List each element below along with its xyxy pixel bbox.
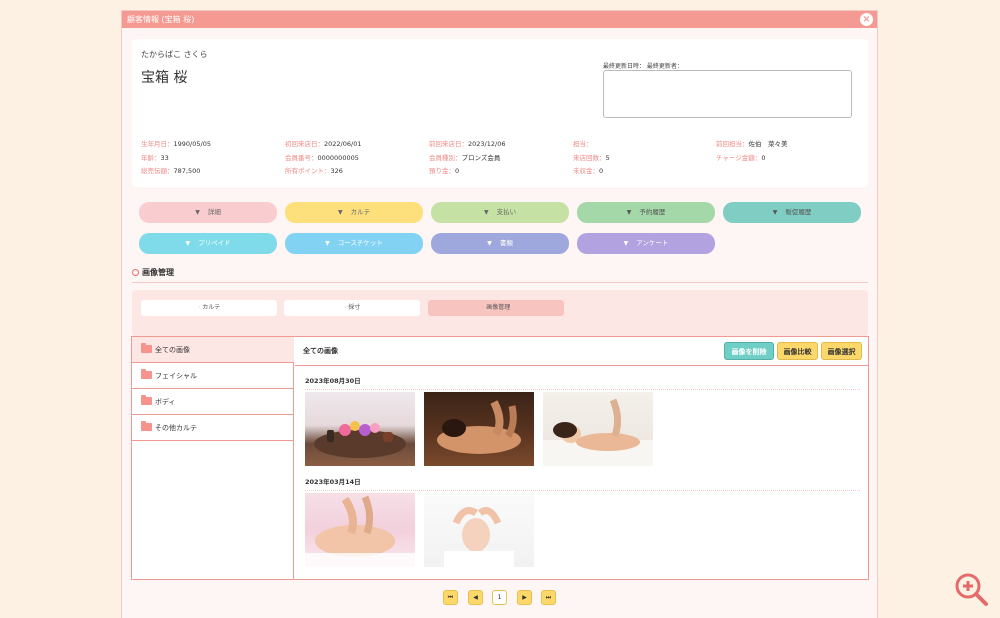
prev-page-button[interactable]: ◀ — [468, 590, 483, 605]
info-deposit: 預り金：0 — [429, 167, 460, 175]
folder-sidebar: 全ての画像 フェイシャル ボディ その他カルテ — [132, 337, 294, 579]
chevron-down-icon: ▼ — [772, 209, 778, 216]
tab-reservation-history[interactable]: ▼ 予約履歴 — [577, 202, 715, 223]
section-title: 画像管理 — [132, 267, 868, 283]
tab-detail[interactable]: ▼ 詳細 — [139, 202, 277, 223]
compare-images-button[interactable]: 画像比較 — [777, 342, 818, 360]
info-age: 年齢：33 — [141, 154, 169, 162]
gallery-header: 全ての画像 画像を削除 画像比較 画像選択 — [295, 337, 868, 366]
info-first-visit: 初回来店日：2022/06/01 — [285, 140, 362, 148]
image-thumbnail[interactable] — [305, 493, 415, 567]
info-last-visit: 前回来店日：2023/12/06 — [429, 140, 506, 148]
select-images-button[interactable]: 画像選択 — [821, 342, 862, 360]
chevron-down-icon: ▼ — [185, 240, 191, 247]
window-title: 顧客情報 (宝箱 桜) — [127, 15, 195, 24]
spa-products-icon — [314, 421, 406, 458]
subtab-image-management[interactable]: ◦画像管理 — [428, 300, 564, 316]
folder-other-karte[interactable]: その他カルテ — [132, 415, 294, 441]
image-thumbnail[interactable] — [543, 392, 653, 466]
window-titlebar: 顧客情報 (宝箱 桜) × — [122, 11, 877, 28]
memo-textarea[interactable] — [603, 70, 852, 118]
last-updated-label: 最終更新日時： 最終更新者： — [603, 63, 683, 70]
folder-facial[interactable]: フェイシャル — [132, 363, 294, 389]
image-thumbnail[interactable] — [424, 493, 534, 567]
chevron-down-icon: ▼ — [487, 240, 492, 247]
circle-icon — [132, 269, 139, 276]
tab-promotion-history[interactable]: ▼ 販促履歴 — [723, 202, 861, 223]
customer-kana: たからばこ さくら — [141, 50, 208, 59]
gallery-title: 全ての画像 — [303, 347, 338, 355]
info-charge: チャージ金額：0 — [716, 154, 766, 162]
next-page-button[interactable]: ▶ — [517, 590, 532, 605]
first-page-button[interactable]: ⏮ — [443, 590, 458, 605]
info-staff: 担当： — [573, 140, 593, 148]
tab-prepaid[interactable]: ▼ プリペイド — [139, 233, 277, 254]
tab-karte[interactable]: ▼ カルテ — [285, 202, 423, 223]
tab-questionnaire[interactable]: ▼ アンケート — [577, 233, 715, 254]
customer-card: たからばこ さくら 宝箱 桜 最終更新日時： 最終更新者： 生年月日：1990/… — [132, 39, 868, 187]
relaxing-woman-icon — [543, 398, 653, 466]
chevron-down-icon: ▼ — [337, 209, 343, 216]
chevron-down-icon: ▼ — [325, 240, 330, 247]
folder-all[interactable]: 全ての画像 — [132, 337, 294, 363]
page-number-1[interactable]: 1 — [492, 590, 507, 605]
subtab-karte[interactable]: ◦カルテ — [141, 300, 277, 316]
image-gallery: 全ての画像 フェイシャル ボディ その他カルテ 全ての画像 画像を削除 画像比較… — [131, 336, 869, 580]
folder-icon — [141, 421, 152, 431]
close-icon[interactable]: × — [860, 13, 873, 26]
subtab-bar: ◦カルテ ◦採寸 ◦画像管理 — [132, 290, 868, 336]
massage-back-icon — [437, 400, 521, 454]
folder-body[interactable]: ボディ — [132, 389, 294, 415]
tab-documents[interactable]: ▼ 書類 — [431, 233, 569, 254]
info-total-sales: 総売伝額：787,500 — [141, 167, 201, 175]
chevron-down-icon: ▼ — [623, 240, 629, 247]
info-member-no: 会員番号：0000000005 — [285, 154, 359, 162]
delete-image-button[interactable]: 画像を削除 — [724, 342, 774, 360]
folder-icon — [141, 343, 152, 353]
subtab-measurement[interactable]: ◦採寸 — [284, 300, 420, 316]
info-member-type: 会員種別：ブロンズ会員 — [429, 154, 501, 162]
folder-icon — [141, 395, 152, 405]
folder-icon — [141, 369, 152, 379]
image-thumbnail[interactable] — [305, 392, 415, 466]
tab-course-ticket[interactable]: ▼ コースチケット — [285, 233, 423, 254]
customer-info-window: 顧客情報 (宝箱 桜) × たからばこ さくら 宝箱 桜 最終更新日時： 最終更… — [121, 10, 878, 618]
date-group-label: 2023年03月14日 — [305, 476, 860, 491]
info-birthday: 生年月日：1990/05/05 — [141, 140, 211, 148]
tab-payment[interactable]: ▼ 支払い — [431, 202, 569, 223]
info-receivable: 未収金：0 — [573, 167, 604, 175]
customer-name: 宝箱 桜 — [141, 70, 188, 86]
info-last-staff: 前回担当：佐伯 菜々美 — [716, 140, 788, 148]
chevron-down-icon: ▼ — [195, 209, 200, 216]
zoom-in-icon[interactable] — [952, 570, 990, 608]
chevron-down-icon: ▼ — [626, 209, 632, 216]
facial-treatment-icon — [444, 507, 514, 567]
info-visit-count: 来店回数：5 — [573, 154, 610, 162]
last-page-button[interactable]: ⏭ — [541, 590, 556, 605]
image-thumbnail[interactable] — [424, 392, 534, 466]
chevron-down-icon: ▼ — [483, 209, 489, 216]
massage-back-icon — [305, 495, 415, 567]
info-points: 所有ポイント：326 — [285, 167, 343, 175]
date-group-label: 2023年08月30日 — [305, 375, 860, 390]
